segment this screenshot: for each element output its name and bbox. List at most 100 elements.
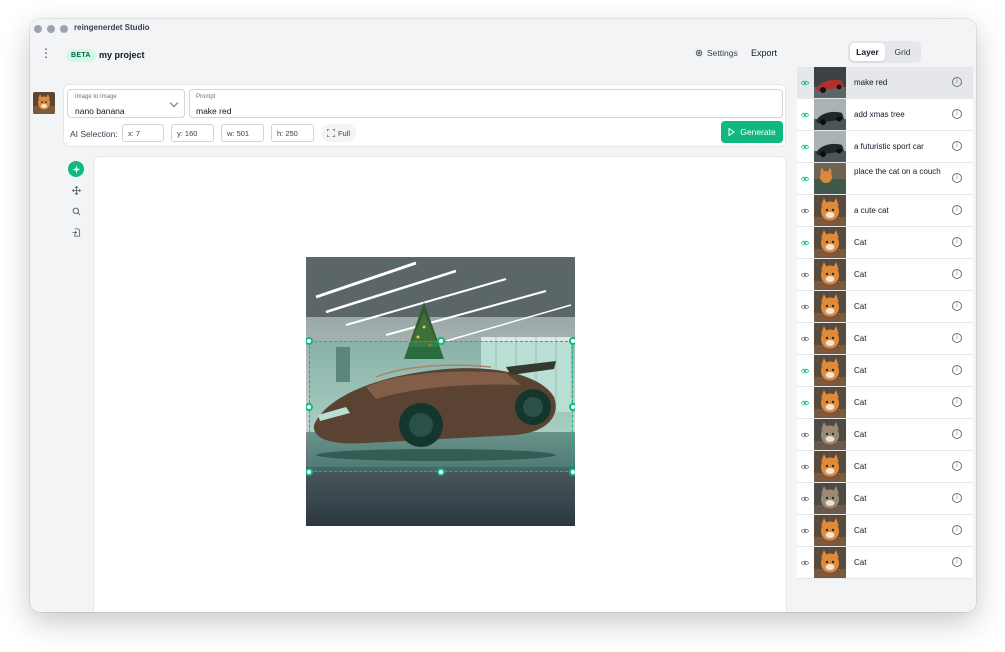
layer-item[interactable]: Cat i <box>797 483 973 515</box>
file-import-icon <box>71 227 80 237</box>
info-icon[interactable]: i <box>952 237 962 247</box>
tab-grid[interactable]: Grid <box>886 43 919 61</box>
info-icon[interactable]: i <box>952 493 962 503</box>
layer-item[interactable]: place the cat on a couch i <box>797 163 973 195</box>
info-icon[interactable]: i <box>952 525 962 535</box>
eye-icon[interactable] <box>801 207 809 215</box>
layer-name: Cat <box>854 494 867 503</box>
layer-thumbnail <box>814 291 846 322</box>
resize-handle-top-right[interactable] <box>569 337 575 345</box>
selection-w-input[interactable]: w: 501 <box>221 124 264 142</box>
layer-item[interactable]: Cat i <box>797 291 973 323</box>
eye-icon[interactable] <box>801 367 809 375</box>
layer-name: Cat <box>854 270 867 279</box>
info-icon[interactable]: i <box>952 461 962 471</box>
more-menu-icon[interactable]: ⋮ <box>40 47 52 59</box>
app-window: reingenerdet Studio ⋮ BETA my project Se… <box>30 19 976 612</box>
info-icon[interactable]: i <box>952 397 962 407</box>
canvas[interactable] <box>93 156 787 612</box>
ai-selection-label: AI Selection: <box>70 129 118 139</box>
info-icon[interactable]: i <box>952 365 962 375</box>
layer-item[interactable]: Cat i <box>797 451 973 483</box>
layer-item[interactable]: make red i <box>797 67 973 99</box>
import-tool[interactable] <box>68 224 84 240</box>
selection-h-input[interactable]: h: 250 <box>271 124 314 142</box>
settings-button[interactable]: Settings <box>695 48 738 58</box>
info-icon[interactable]: i <box>952 141 962 151</box>
eye-icon[interactable] <box>801 271 809 279</box>
layer-name: Cat <box>854 430 867 439</box>
close-window-button[interactable] <box>34 25 42 33</box>
info-icon[interactable]: i <box>952 205 962 215</box>
resize-handle-top[interactable] <box>437 337 445 345</box>
minimize-window-button[interactable] <box>47 25 55 33</box>
info-icon[interactable]: i <box>952 557 962 567</box>
move-tool[interactable] <box>68 182 84 198</box>
eye-icon[interactable] <box>801 239 809 247</box>
layer-item[interactable]: Cat i <box>797 547 973 579</box>
prompt-input[interactable]: Prompt make red <box>189 89 783 118</box>
sparkle-icon <box>71 164 81 174</box>
layer-item[interactable]: Cat i <box>797 259 973 291</box>
info-icon[interactable]: i <box>952 173 962 183</box>
resize-handle-bottom-right[interactable] <box>569 468 575 476</box>
layer-item[interactable]: add xmas tree i <box>797 99 973 131</box>
eye-icon[interactable] <box>801 303 809 311</box>
zoom-tool[interactable] <box>68 203 84 219</box>
layer-item[interactable]: Cat i <box>797 227 973 259</box>
layer-item[interactable]: Cat i <box>797 515 973 547</box>
tab-layer[interactable]: Layer <box>850 43 885 61</box>
prompt-value: make red <box>196 106 232 116</box>
resize-handle-bottom[interactable] <box>437 468 445 476</box>
layer-thumbnail <box>814 227 846 258</box>
info-icon[interactable]: i <box>952 301 962 311</box>
info-icon[interactable]: i <box>952 429 962 439</box>
layer-item[interactable]: a futuristic sport car i <box>797 131 973 163</box>
layer-thumbnail <box>814 323 846 354</box>
generate-button[interactable]: Generate <box>721 121 783 143</box>
maximize-window-button[interactable] <box>60 25 68 33</box>
info-icon[interactable]: i <box>952 109 962 119</box>
layer-thumbnail <box>814 67 846 98</box>
resize-handle-right[interactable] <box>569 403 575 411</box>
layer-item[interactable]: Cat i <box>797 355 973 387</box>
selection-y-input[interactable]: y: 160 <box>171 124 214 142</box>
canvas-image[interactable] <box>306 257 575 526</box>
full-selection-button[interactable]: Full <box>321 124 356 142</box>
generate-label: Generate <box>740 127 776 137</box>
project-name[interactable]: my project <box>99 50 145 60</box>
eye-icon[interactable] <box>801 527 809 535</box>
info-icon[interactable]: i <box>952 77 962 87</box>
layer-thumbnail <box>814 451 846 482</box>
export-button[interactable]: Export <box>751 48 777 58</box>
layer-thumbnail <box>814 195 846 226</box>
beta-badge: BETA <box>66 49 96 62</box>
selection-x-input[interactable]: x: 7 <box>122 124 164 142</box>
layer-item[interactable]: Cat i <box>797 323 973 355</box>
layer-thumbnail <box>814 355 846 386</box>
eye-icon[interactable] <box>801 175 809 183</box>
eye-icon[interactable] <box>801 143 809 151</box>
ai-select-tool[interactable] <box>68 161 84 177</box>
eye-icon[interactable] <box>801 431 809 439</box>
eye-icon[interactable] <box>801 559 809 567</box>
settings-label: Settings <box>707 48 738 58</box>
eye-icon[interactable] <box>801 335 809 343</box>
layer-item[interactable]: a cute cat i <box>797 195 973 227</box>
layer-name: add xmas tree <box>854 110 905 119</box>
full-label: Full <box>337 128 351 138</box>
eye-icon[interactable] <box>801 79 809 87</box>
layer-name: Cat <box>854 526 867 535</box>
mode-label: Image to Image <box>75 94 117 100</box>
eye-icon[interactable] <box>801 399 809 407</box>
model-select[interactable]: Image to Image nano banana <box>67 89 185 118</box>
info-icon[interactable]: i <box>952 269 962 279</box>
eye-icon[interactable] <box>801 463 809 471</box>
source-image-thumbnail[interactable] <box>33 92 55 114</box>
layer-item[interactable]: Cat i <box>797 419 973 451</box>
layer-item[interactable]: Cat i <box>797 387 973 419</box>
eye-icon[interactable] <box>801 495 809 503</box>
eye-icon[interactable] <box>801 111 809 119</box>
ai-selection-box[interactable] <box>309 341 573 472</box>
info-icon[interactable]: i <box>952 333 962 343</box>
